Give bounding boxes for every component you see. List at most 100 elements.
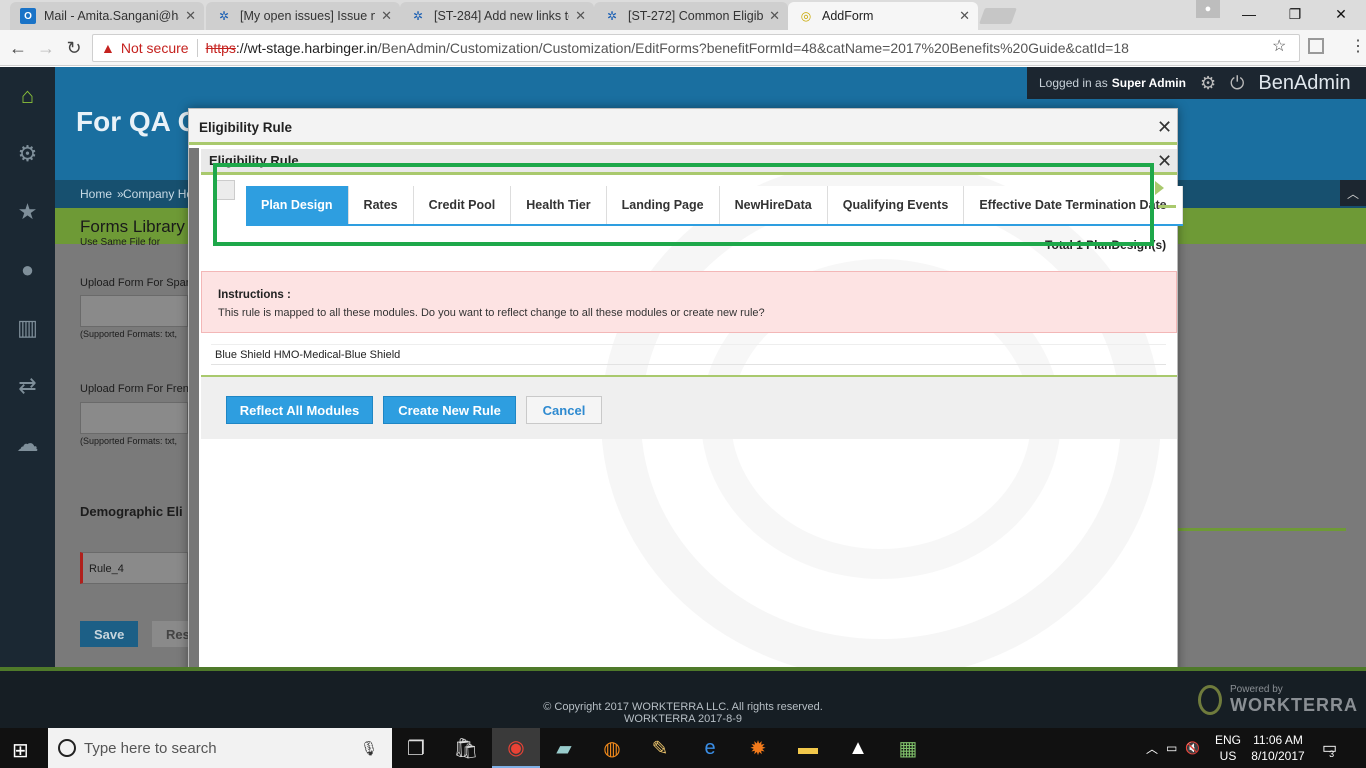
ie-icon[interactable]: e bbox=[686, 728, 734, 768]
section-title: Forms Library bbox=[80, 217, 185, 236]
task-view-icon[interactable]: ❐ bbox=[392, 728, 440, 768]
button-area: Reflect All Modules Create New Rule Canc… bbox=[201, 375, 1177, 439]
url-path: /BenAdmin/Customization/Customization/Ed… bbox=[377, 40, 1129, 56]
chevron-up-icon[interactable]: ︿ bbox=[1146, 740, 1158, 757]
bookmark-star-icon[interactable]: ☆ bbox=[1272, 36, 1286, 56]
network-icon[interactable]: ▭ bbox=[1166, 741, 1177, 755]
power-icon[interactable]: ⏻ bbox=[1230, 73, 1244, 94]
close-icon[interactable]: ✕ bbox=[1157, 151, 1172, 172]
upload-french-field[interactable] bbox=[80, 402, 188, 434]
browser-tab-st272[interactable]: ✲ [ST-272] Common Eligibi ✕ bbox=[594, 2, 788, 30]
explorer-icon[interactable]: ▬ bbox=[784, 728, 832, 768]
close-icon[interactable]: ✕ bbox=[185, 8, 196, 24]
breadcrumb-home[interactable]: Home bbox=[80, 187, 112, 201]
modal-left-strip bbox=[189, 148, 199, 688]
chat-icon[interactable]: ☁ bbox=[0, 415, 55, 473]
user-icon[interactable]: ● bbox=[0, 241, 55, 299]
taskbar: ⊞ Type here to search 🎙 ❐ 🛍 ◉ ▰ ◍ ✎ e ✹ … bbox=[0, 728, 1366, 768]
breadcrumb-company[interactable]: Company Ho bbox=[123, 187, 193, 201]
restore-button[interactable]: ❐ bbox=[1272, 0, 1318, 28]
modal-header: Eligibility Rule ✕ bbox=[189, 109, 1177, 145]
extension-icon[interactable] bbox=[1308, 38, 1324, 54]
spreadsheet-icon[interactable]: ▦ bbox=[884, 728, 932, 768]
windows-start-icon[interactable]: ⊞ bbox=[12, 738, 29, 763]
microphone-icon[interactable]: 🎙 bbox=[360, 740, 378, 757]
upload-french-label: Upload Form For Frenc bbox=[80, 383, 195, 395]
user-bar: Logged in as Super Admin ⚙ ⏻ BenAdmin bbox=[1027, 67, 1366, 99]
close-icon[interactable]: ✕ bbox=[959, 8, 970, 24]
modules-icon[interactable]: ⚙ bbox=[0, 125, 55, 183]
language-indicator[interactable]: ENG US bbox=[1210, 732, 1246, 764]
sidebar: ⌂ ⚙ ★ ● ▥ ⇄ ☁ bbox=[0, 67, 55, 667]
not-secure-label: Not secure bbox=[120, 40, 189, 56]
close-icon[interactable]: ✕ bbox=[381, 8, 392, 24]
clock-date: 8/10/2017 bbox=[1251, 749, 1305, 763]
close-icon[interactable]: ✕ bbox=[769, 8, 780, 24]
upload-spanish-field[interactable] bbox=[80, 295, 188, 327]
rule-value: Rule_4 bbox=[89, 563, 124, 575]
progress-slider bbox=[1176, 528, 1346, 531]
address-bar: ← → ↻ ▲ Not secure https ://wt-stage.har… bbox=[0, 30, 1366, 66]
browser-tab-addform[interactable]: ◎ AddForm ✕ bbox=[788, 2, 978, 30]
language-code: ENG bbox=[1214, 733, 1241, 747]
brand-logo: BenAdmin bbox=[1258, 71, 1351, 94]
browser-tab-st284[interactable]: ✲ [ST-284] Add new links to ✕ bbox=[400, 2, 594, 30]
notifications-icon[interactable]: ▭3 bbox=[1322, 738, 1342, 759]
url-input[interactable]: ▲ Not secure https ://wt-stage.harbinger… bbox=[92, 34, 1300, 62]
chrome-icon[interactable]: ◉ bbox=[492, 728, 540, 768]
back-icon[interactable]: ← bbox=[6, 36, 30, 60]
chart-icon[interactable]: ▥ bbox=[0, 299, 55, 357]
user-star-icon[interactable]: ★ bbox=[0, 183, 55, 241]
scroll-top-icon[interactable]: ︿ bbox=[1340, 180, 1366, 206]
supported-formats-1: (Supported Formats: txt, bbox=[80, 329, 178, 339]
firefox-icon[interactable]: ◍ bbox=[588, 728, 636, 768]
close-icon[interactable]: ✕ bbox=[1157, 117, 1172, 138]
tabs-scroll-right-icon[interactable] bbox=[1155, 181, 1164, 195]
powered-by-label: Powered by bbox=[1230, 684, 1283, 695]
store-icon[interactable]: 🛍 bbox=[442, 728, 490, 768]
powered-by: Powered by WORKTERRA bbox=[1198, 680, 1358, 720]
create-new-rule-button[interactable]: Create New Rule bbox=[383, 396, 516, 424]
browser-tab-open-issues[interactable]: ✲ [My open issues] Issue na ✕ bbox=[206, 2, 400, 30]
same-file-label: Use Same File for bbox=[80, 237, 161, 248]
reload-icon[interactable]: ↻ bbox=[62, 36, 86, 60]
logged-in-label: Logged in as bbox=[1039, 76, 1108, 90]
home-icon[interactable]: ⌂ bbox=[0, 67, 55, 125]
app-flame-icon[interactable]: ✹ bbox=[734, 728, 782, 768]
url-host: ://wt-stage.harbinger.in bbox=[235, 40, 378, 56]
paint-icon[interactable]: ✎ bbox=[636, 728, 684, 768]
module-list-item: Blue Shield HMO-Medical-Blue Shield bbox=[211, 344, 1166, 365]
close-window-button[interactable]: ✕ bbox=[1318, 0, 1364, 28]
reflect-all-modules-button[interactable]: Reflect All Modules bbox=[226, 396, 373, 424]
instructions-box: Instructions : This rule is mapped to al… bbox=[201, 271, 1177, 333]
footer: © Copyright 2017 WORKTERRA LLC. All righ… bbox=[0, 667, 1366, 728]
clock-time: 11:06 AM bbox=[1253, 733, 1303, 747]
transfer-icon[interactable]: ⇄ bbox=[0, 357, 55, 415]
cancel-button[interactable]: Cancel bbox=[526, 396, 602, 424]
browser-tab-mail[interactable]: O Mail - Amita.Sangani@ha ✕ bbox=[10, 2, 204, 30]
tray-icons[interactable]: ︿ ▭ 🔇 bbox=[1146, 728, 1200, 768]
files-icon[interactable]: ▰ bbox=[540, 728, 588, 768]
profile-icon[interactable]: ● bbox=[1196, 0, 1220, 18]
new-tab-button[interactable] bbox=[979, 8, 1017, 24]
forward-icon[interactable]: → bbox=[34, 36, 58, 60]
volume-icon[interactable]: 🔇 bbox=[1185, 741, 1200, 755]
clock[interactable]: 11:06 AM 8/10/2017 bbox=[1248, 732, 1308, 764]
version-text: WORKTERRA 2017-8-9 bbox=[624, 713, 742, 725]
close-icon[interactable]: ✕ bbox=[575, 8, 586, 24]
photos-icon[interactable]: ▲ bbox=[834, 728, 882, 768]
url-scheme: https bbox=[205, 40, 236, 56]
menu-icon[interactable]: ⋮ bbox=[1350, 36, 1366, 56]
divider bbox=[196, 39, 198, 57]
gear-icon[interactable]: ⚙ bbox=[1200, 73, 1216, 94]
demographic-title: Demographic Eli bbox=[80, 504, 183, 519]
rule-field[interactable]: Rule_4 bbox=[80, 552, 188, 584]
modal-title: Eligibility Rule bbox=[199, 120, 293, 135]
reset-button[interactable]: Res bbox=[152, 621, 190, 647]
save-button[interactable]: Save bbox=[80, 621, 139, 647]
instructions-text: This rule is mapped to all these modules… bbox=[218, 307, 765, 319]
taskbar-search[interactable]: Type here to search 🎙 bbox=[48, 728, 392, 768]
minimize-button[interactable]: — bbox=[1226, 0, 1272, 28]
divider bbox=[1158, 205, 1176, 208]
jira-icon: ✲ bbox=[606, 9, 618, 23]
